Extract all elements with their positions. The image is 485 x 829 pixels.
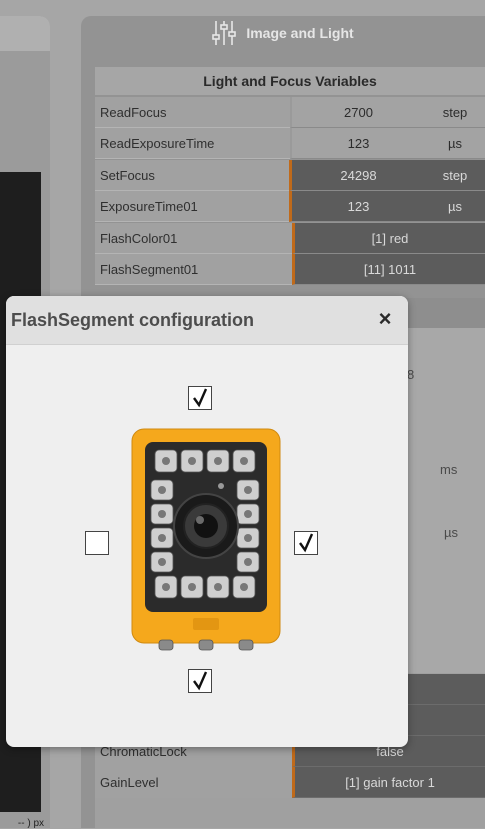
value-number: 2700 [344, 104, 373, 120]
value-unit: µs [448, 198, 462, 214]
variable-row-read-exposure: ReadExposureTime 123 µs [95, 128, 485, 159]
dialog-title: FlashSegment configuration [11, 310, 255, 330]
segment-left-checkbox[interactable] [85, 531, 109, 555]
segment-top-checkbox[interactable] [188, 386, 212, 410]
background-unit-ms: ms [440, 462, 458, 477]
value-unit: step [442, 104, 468, 120]
variable-row-gain-level[interactable]: GainLevel [1] gain factor 1 [95, 767, 485, 798]
variable-row-read-focus: ReadFocus 2700 step [95, 97, 485, 128]
panel-title: Image and Light [246, 25, 354, 41]
variable-row-exposure-time[interactable]: ExposureTime01 123 µs [95, 191, 485, 222]
left-panel-header [0, 16, 50, 51]
panel-header: Image and Light [81, 16, 485, 50]
variable-value-select[interactable]: [1] red [292, 223, 485, 254]
value-number: 24298 [340, 167, 377, 183]
camera-image [131, 428, 281, 651]
variable-value-select[interactable]: [1] gain factor 1 [292, 767, 485, 798]
variable-label: ReadFocus [95, 97, 290, 128]
checkmark-icon [193, 671, 208, 691]
value-text: [11] 1011 [363, 261, 417, 277]
variable-value: 123 µs [290, 128, 485, 159]
variable-label: FlashSegment01 [95, 254, 292, 285]
value-unit: µs [448, 135, 462, 151]
variable-label: FlashColor01 [95, 223, 292, 254]
value-number: 123 [347, 198, 370, 214]
background-digit: 8 [407, 367, 415, 382]
dialog-header: FlashSegment configuration × [6, 296, 408, 345]
variable-value-input[interactable]: 24298 step [289, 160, 485, 191]
variable-label: ReadExposureTime [95, 128, 290, 159]
table-title: Light and Focus Variables [95, 67, 485, 95]
variable-label: ExposureTime01 [95, 191, 289, 222]
variable-row-set-focus[interactable]: SetFocus 24298 step [95, 160, 485, 191]
checkmark-icon [299, 533, 314, 553]
variable-value-select[interactable]: [11] 1011 [292, 254, 485, 285]
variable-value-input[interactable]: 123 µs [289, 191, 485, 222]
checkmark-icon [193, 388, 208, 408]
value-text: [1] red [371, 230, 409, 246]
value-unit: step [442, 167, 468, 183]
value-number: 123 [347, 135, 370, 151]
flash-segment-dialog: FlashSegment configuration × [6, 296, 408, 747]
variable-label: SetFocus [95, 160, 289, 191]
variable-label: GainLevel [95, 767, 292, 798]
segment-bottom-checkbox[interactable] [188, 669, 212, 693]
background-unit-us: µs [444, 525, 458, 540]
close-icon[interactable]: × [374, 308, 396, 330]
left-px-label: -- ) px [17, 818, 44, 829]
variable-row-flash-segment[interactable]: FlashSegment01 [11] 1011 [95, 254, 485, 285]
variable-value: 2700 step [290, 97, 485, 128]
segment-right-checkbox[interactable] [294, 531, 318, 555]
sliders-icon [212, 21, 237, 45]
variable-row-flash-color[interactable]: FlashColor01 [1] red [95, 223, 485, 254]
